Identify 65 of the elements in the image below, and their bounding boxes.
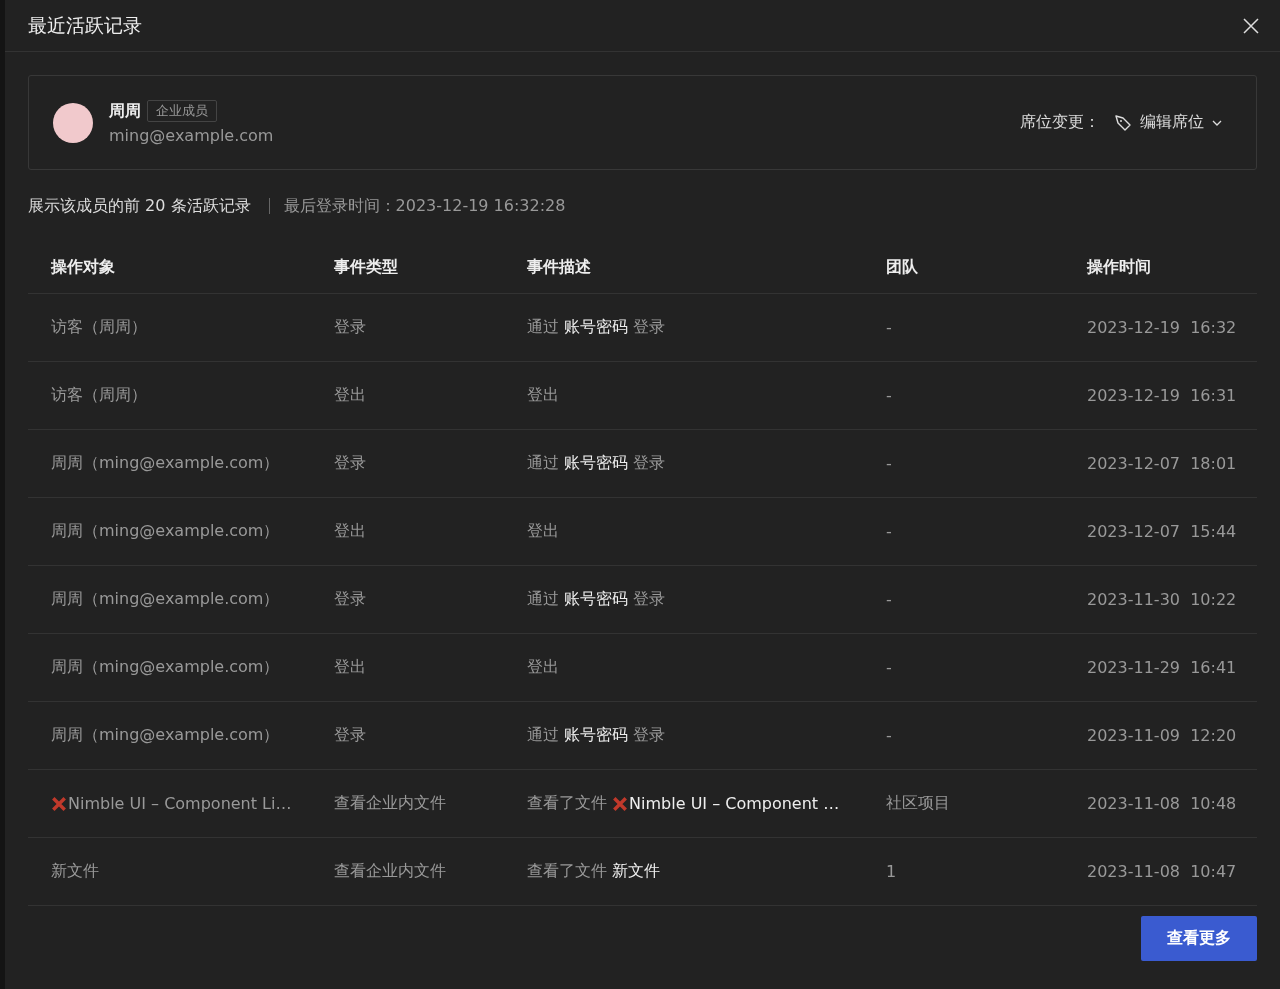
- column-header: 事件类型: [334, 257, 399, 278]
- table-cell: 登出: [527, 521, 559, 542]
- table-cell: 查看了文件 新文件: [527, 861, 661, 882]
- table-cell: 通过 账号密码 登录: [527, 725, 666, 746]
- table-cell: 登录: [334, 725, 366, 746]
- table-cell: 2023-12-19 16:32: [1087, 318, 1237, 337]
- column-header: 事件描述: [527, 257, 592, 278]
- table-cell: -: [886, 522, 892, 541]
- table-cell: 查看企业内文件: [334, 861, 446, 882]
- table-cell: 登出: [334, 385, 366, 406]
- table-cell: 2023-12-07 18:01: [1087, 454, 1237, 473]
- table-cell: 2023-12-19 16:31: [1087, 386, 1237, 405]
- column-header: 操作时间: [1087, 257, 1152, 278]
- table-cell: 新文件: [51, 861, 99, 882]
- table-cell: 周周（ming@example.com）: [51, 657, 280, 678]
- table-cell: -: [886, 386, 892, 405]
- table-cell: 2023-11-30 10:22: [1087, 590, 1237, 609]
- close-icon[interactable]: [1243, 17, 1259, 34]
- table-cell: 周周（ming@example.com）: [51, 589, 280, 610]
- view-more-button[interactable]: 查看更多: [1141, 916, 1257, 961]
- table-cell: 2023-11-29 16:41: [1087, 658, 1237, 677]
- tag-icon: [1114, 113, 1132, 132]
- table-cell: 访客（周周）: [51, 317, 147, 338]
- member-email: ming@example.com: [109, 126, 274, 145]
- table-cell: 2023-11-08 10:47: [1087, 862, 1237, 881]
- member-name: 周周: [109, 100, 141, 122]
- table-cell: 2023-11-08 10:48: [1087, 794, 1237, 813]
- table-cell: 登出: [527, 385, 559, 406]
- table-cell: 查看了文件 Nimble UI – Component …: [527, 793, 840, 814]
- table-cell: 登录: [334, 317, 366, 338]
- table-cell: 登录: [334, 589, 366, 610]
- table-cell: -: [886, 318, 892, 337]
- table-cell: 登出: [334, 521, 366, 542]
- table-cell: 2023-11-09 12:20: [1087, 726, 1237, 745]
- table-cell: 周周（ming@example.com）: [51, 521, 280, 542]
- role-tag: 企业成员: [147, 100, 217, 122]
- table-cell: 登出: [334, 657, 366, 678]
- chevron-down-icon: [1212, 119, 1222, 126]
- column-header: 团队: [886, 257, 919, 278]
- summary-text: 展示该成员的前 20 条活跃记录: [28, 195, 251, 217]
- cross-icon: [51, 795, 67, 812]
- table-cell: 社区项目: [886, 793, 950, 814]
- table-cell: 2023-12-07 15:44: [1087, 522, 1237, 541]
- table-cell: 访客（周周）: [51, 385, 147, 406]
- seat-label: 席位变更：: [1020, 112, 1100, 133]
- dialog-title: 最近活跃记录: [28, 12, 142, 38]
- table-cell: 查看企业内文件: [334, 793, 446, 814]
- table-cell: 1: [886, 862, 897, 881]
- avatar: [53, 102, 93, 143]
- table-cell: 周周（ming@example.com）: [51, 453, 280, 474]
- table-cell: 通过 账号密码 登录: [527, 453, 666, 474]
- edit-seat-dropdown[interactable]: 编辑席位: [1114, 112, 1222, 133]
- table-cell: 通过 账号密码 登录: [527, 317, 666, 338]
- last-login-text: 最后登录时间：2023-12-19 16:32:28: [283, 195, 566, 217]
- table-cell: 登出: [527, 657, 559, 678]
- table-cell: 周周（ming@example.com）: [51, 725, 280, 746]
- table-cell: -: [886, 590, 892, 609]
- table-cell: Nimble UI – Component Li…: [51, 794, 292, 813]
- column-header: 操作对象: [49, 257, 116, 278]
- table-cell: 登录: [334, 453, 366, 474]
- table-cell: 通过 账号密码 登录: [527, 589, 666, 610]
- cross-icon: [612, 795, 629, 812]
- table-cell: -: [886, 726, 892, 745]
- table-cell: -: [886, 658, 892, 677]
- table-cell: -: [886, 454, 892, 473]
